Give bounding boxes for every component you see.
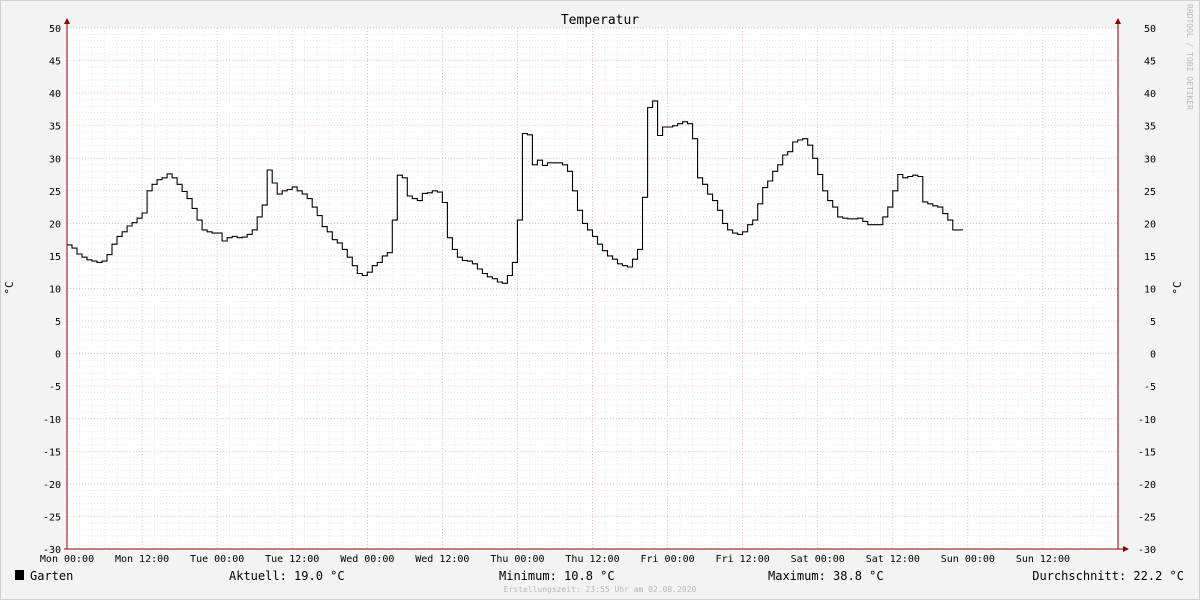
x-tick-label: Wed 12:00 xyxy=(415,554,469,565)
y-tick-label-right: -5 xyxy=(1144,382,1156,393)
y-tick-label-left: 40 xyxy=(49,89,61,100)
legend-swatch xyxy=(15,570,24,580)
y-tick-label-right: 25 xyxy=(1144,187,1156,198)
y-axis-label-left: °C xyxy=(3,281,16,294)
x-tick-label: Thu 12:00 xyxy=(565,554,619,565)
y-tick-label-left: 30 xyxy=(49,154,61,165)
x-tick-label: Sun 12:00 xyxy=(1016,554,1070,565)
x-tick-label: Fri 00:00 xyxy=(640,554,694,565)
y-tick-label-left: 50 xyxy=(49,24,61,35)
x-tick-label: Fri 12:00 xyxy=(716,554,770,565)
y-tick-label-right: 0 xyxy=(1150,350,1156,361)
y-tick-label-left: -5 xyxy=(49,382,61,393)
x-tick-label: Mon 12:00 xyxy=(115,554,169,565)
y-tick-label-right: -10 xyxy=(1138,415,1156,426)
legend-series-name: Garten xyxy=(30,569,73,583)
x-tick-label: Sat 00:00 xyxy=(791,554,845,565)
y-tick-label-right: 15 xyxy=(1144,252,1156,263)
x-tick-label: Wed 00:00 xyxy=(340,554,394,565)
y-tick-label-right: -25 xyxy=(1138,512,1156,523)
y-tick-label-right: 40 xyxy=(1144,89,1156,100)
y-tick-label-left: -15 xyxy=(43,447,61,458)
x-axis-arrow xyxy=(1123,546,1129,552)
y-tick-label-left: -20 xyxy=(43,480,61,491)
y-tick-label-left: 45 xyxy=(49,57,61,68)
y-tick-label-right: 30 xyxy=(1144,154,1156,165)
y-tick-label-left: 25 xyxy=(49,187,61,198)
legend-minimum: Minimum: 10.8 °C xyxy=(499,569,615,583)
y-tick-label-left: 0 xyxy=(55,350,61,361)
y-tick-label-left: 10 xyxy=(49,285,61,296)
x-tick-label: Sat 12:00 xyxy=(866,554,920,565)
y-tick-label-left: 15 xyxy=(49,252,61,263)
creation-time-footer: Erstellungszeit: 23:55 Uhr am 02.08.2020 xyxy=(504,585,697,594)
y-tick-label-right: 45 xyxy=(1144,57,1156,68)
y-tick-label-right: 50 xyxy=(1144,24,1156,35)
legend-durchschnitt: Durchschnitt: 22.2 °C xyxy=(1032,569,1184,583)
x-tick-label: Tue 00:00 xyxy=(190,554,244,565)
temperature-chart: Temperatur 50 5045 4540 4035 3530 3025 2520 201… xyxy=(0,0,1200,600)
y-tick-label-right: -20 xyxy=(1138,480,1156,491)
x-tick-label: Mon 00:00 xyxy=(40,554,94,565)
rrdtool-watermark: RRDTOOL / TOBI OETIKER xyxy=(1185,4,1194,110)
chart-title: Temperatur xyxy=(561,13,639,28)
x-tick-label: Tue 12:00 xyxy=(265,554,319,565)
x-tick-label: Thu 00:00 xyxy=(490,554,544,565)
y-axis-label-right: °C xyxy=(1171,281,1184,294)
x-tick-label: Sun 00:00 xyxy=(941,554,995,565)
y-axis-arrow-left xyxy=(64,18,70,24)
y-axis-arrow-right xyxy=(1115,18,1121,24)
legend-maximum: Maximum: 38.8 °C xyxy=(768,569,884,583)
y-tick-label-right: 35 xyxy=(1144,122,1156,133)
y-tick-label-right: -15 xyxy=(1138,447,1156,458)
y-tick-label-left: -25 xyxy=(43,512,61,523)
y-tick-label-left: -10 xyxy=(43,415,61,426)
y-tick-label-right: -30 xyxy=(1138,545,1156,556)
y-tick-label-left: 5 xyxy=(55,317,61,328)
y-tick-label-left: 35 xyxy=(49,122,61,133)
y-tick-label-right: 5 xyxy=(1150,317,1156,328)
y-tick-label-right: 20 xyxy=(1144,219,1156,230)
y-tick-label-right: 10 xyxy=(1144,285,1156,296)
y-tick-label-left: 20 xyxy=(49,219,61,230)
legend-aktuell: Aktuell: 19.0 °C xyxy=(229,569,345,583)
